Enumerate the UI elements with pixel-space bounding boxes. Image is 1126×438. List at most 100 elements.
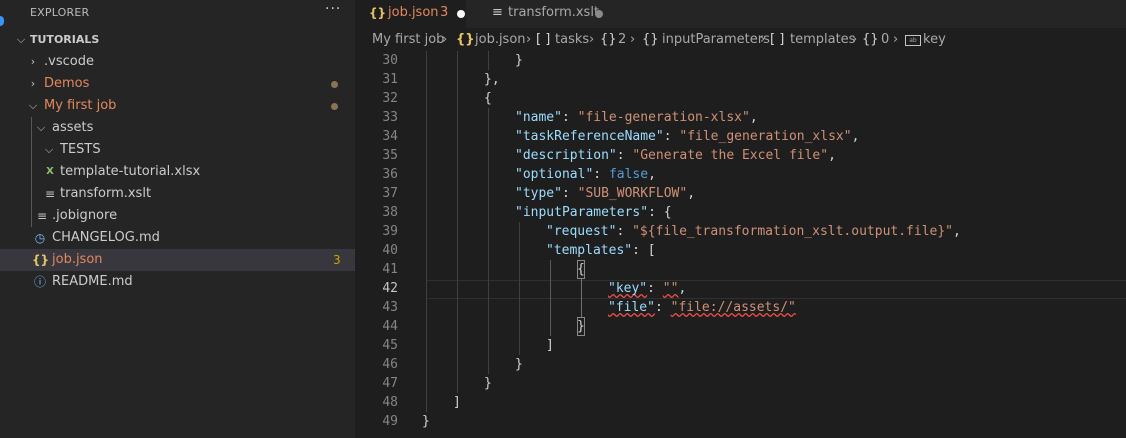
tree-item-vscode[interactable]: › .vscode	[0, 51, 355, 73]
breadcrumb-item[interactable]: templates	[790, 29, 855, 51]
chevron-down-icon: ⌵	[28, 99, 38, 112]
breadcrumb-item[interactable]: tasks	[555, 29, 589, 51]
chevron-right-icon: ›	[760, 32, 766, 47]
code-line: "optional": false,	[515, 167, 656, 182]
line-number: 31	[382, 72, 398, 87]
breadcrumb-item[interactable]: 0	[881, 29, 889, 51]
line-number: 33	[382, 110, 398, 125]
line-number: 41	[382, 262, 398, 277]
object-icon: {}	[600, 32, 617, 47]
breadcrumb-item[interactable]: 2	[618, 29, 626, 51]
tree-item-demos[interactable]: › Demos	[0, 73, 355, 95]
chevron-down-icon: ⌵	[44, 143, 54, 156]
tab-label: job.json	[388, 5, 439, 20]
breadcrumb-item[interactable]: job.json	[475, 29, 526, 51]
lines-file-icon: ≡	[492, 5, 503, 20]
code-line-current: "key": "",	[608, 281, 687, 296]
line-number: 45	[382, 338, 398, 353]
breadcrumb-item[interactable]: My first job	[372, 29, 444, 51]
section-label: TUTORIALS	[30, 33, 100, 46]
current-line-highlight	[426, 280, 1126, 299]
tree-item-label: transform.xslt	[60, 186, 152, 201]
code-line: "description": "Generate the Excel file"…	[515, 148, 836, 163]
indent-guide-active	[581, 279, 582, 317]
array-icon: [ ]	[770, 32, 785, 47]
code-line: "inputParameters": {	[515, 205, 672, 220]
info-icon: ⓘ	[33, 275, 46, 289]
tree-item-label: template-tutorial.xlsx	[60, 164, 201, 179]
tree-item-label: .jobignore	[52, 208, 118, 223]
tree-item-label: README.md	[52, 274, 133, 289]
indent-guide	[426, 51, 427, 412]
code-editor[interactable]: 30 31 32 33 34 35 36 37 38 39 40 41 42 4…	[356, 51, 1126, 438]
line-number: 43	[382, 300, 398, 315]
tree-item-template-tutorial[interactable]: X template-tutorial.xlsx	[0, 161, 355, 183]
code-line-matched-bracket: {	[577, 260, 585, 279]
tab-transform-xslt[interactable]: ≡ transform.xslt	[476, 0, 611, 28]
activity-indicator	[0, 16, 4, 26]
code-line: "taskReferenceName": "file_generation_xl…	[515, 129, 860, 144]
explorer-title: EXPLORER	[30, 6, 90, 19]
breadcrumb: My first job › {} job.json › [ ] tasks ›…	[356, 29, 1126, 51]
tree-item-label: CHANGELOG.md	[52, 230, 160, 245]
line-number: 38	[382, 205, 398, 220]
tree-item-readme[interactable]: ⓘ README.md	[0, 271, 355, 293]
tree-item-changelog[interactable]: ◷ CHANGELOG.md	[0, 227, 355, 249]
array-icon: [ ]	[536, 32, 551, 47]
chevron-down-icon: ⌵	[36, 121, 46, 134]
tree-item-tests[interactable]: ⌵ TESTS	[0, 139, 355, 161]
tree-item-jobignore[interactable]: ≡ .jobignore	[0, 205, 355, 227]
chevron-right-icon: ›	[30, 55, 36, 68]
object-icon: {}	[862, 32, 879, 47]
key-icon: ab	[905, 35, 921, 46]
editor-tab-bar: {} job.json 3 ≡ transform.xslt	[356, 0, 1126, 28]
code-line: ]	[453, 395, 461, 410]
modified-dot	[331, 103, 338, 110]
tab-problems-count: 3	[440, 5, 449, 20]
unsaved-dot-icon[interactable]	[595, 10, 603, 18]
tree-item-label: TESTS	[60, 142, 101, 157]
code-line: "file": "file://assets/"	[608, 300, 796, 315]
section-tutorials[interactable]: ⌵ TUTORIALS	[0, 29, 355, 51]
code-line-matched-bracket: }	[577, 317, 585, 336]
line-number: 32	[382, 91, 398, 106]
tree-item-assets[interactable]: ⌵ assets	[0, 117, 355, 139]
code-line: ]	[546, 338, 554, 353]
more-actions-icon[interactable]: ···	[325, 1, 341, 17]
code-line: "request": "${file_transformation_xslt.o…	[546, 224, 961, 239]
tree-item-label: My first job	[44, 98, 117, 113]
excel-file-icon: X	[46, 166, 54, 177]
tree-item-transform-xslt[interactable]: ≡ transform.xslt	[0, 183, 355, 205]
json-braces-icon: {}	[456, 32, 475, 47]
code-line: },	[484, 72, 500, 87]
code-line: }	[515, 357, 523, 372]
line-number: 34	[382, 129, 398, 144]
tree-item-label: job.json	[52, 252, 103, 267]
breadcrumb-item[interactable]: key	[923, 29, 946, 51]
chevron-right-icon: ›	[30, 77, 36, 90]
tree-item-label: Demos	[44, 76, 90, 91]
breadcrumb-item[interactable]: inputParameters	[662, 29, 770, 51]
lines-file-icon: ≡	[44, 187, 56, 201]
object-icon: {}	[642, 32, 659, 47]
code-line: "templates": [	[546, 243, 656, 258]
tree-item-job-json[interactable]: {} job.json 3	[0, 249, 355, 271]
modified-dot	[331, 81, 338, 88]
code-line: {	[484, 91, 492, 106]
code-line: }	[515, 53, 523, 68]
tree-item-my-first-job[interactable]: ⌵ My first job	[0, 95, 355, 117]
json-braces-icon: {}	[369, 6, 387, 20]
line-number: 48	[382, 395, 398, 410]
line-number: 39	[382, 224, 398, 239]
unsaved-dot-icon[interactable]	[457, 10, 465, 18]
line-number: 40	[382, 243, 398, 258]
chevron-right-icon: ›	[589, 32, 595, 47]
explorer-sidebar: EXPLORER ··· ⌵ TUTORIALS › .vscode › Dem…	[0, 0, 355, 438]
lines-file-icon: ≡	[36, 209, 48, 223]
line-number: 35	[382, 148, 398, 163]
tab-job-json[interactable]: {} job.json 3	[356, 0, 466, 28]
code-line: }	[484, 376, 492, 391]
tree-item-label: .vscode	[44, 54, 94, 69]
chevron-right-icon: ›	[630, 32, 636, 47]
indent-guide	[488, 51, 489, 70]
